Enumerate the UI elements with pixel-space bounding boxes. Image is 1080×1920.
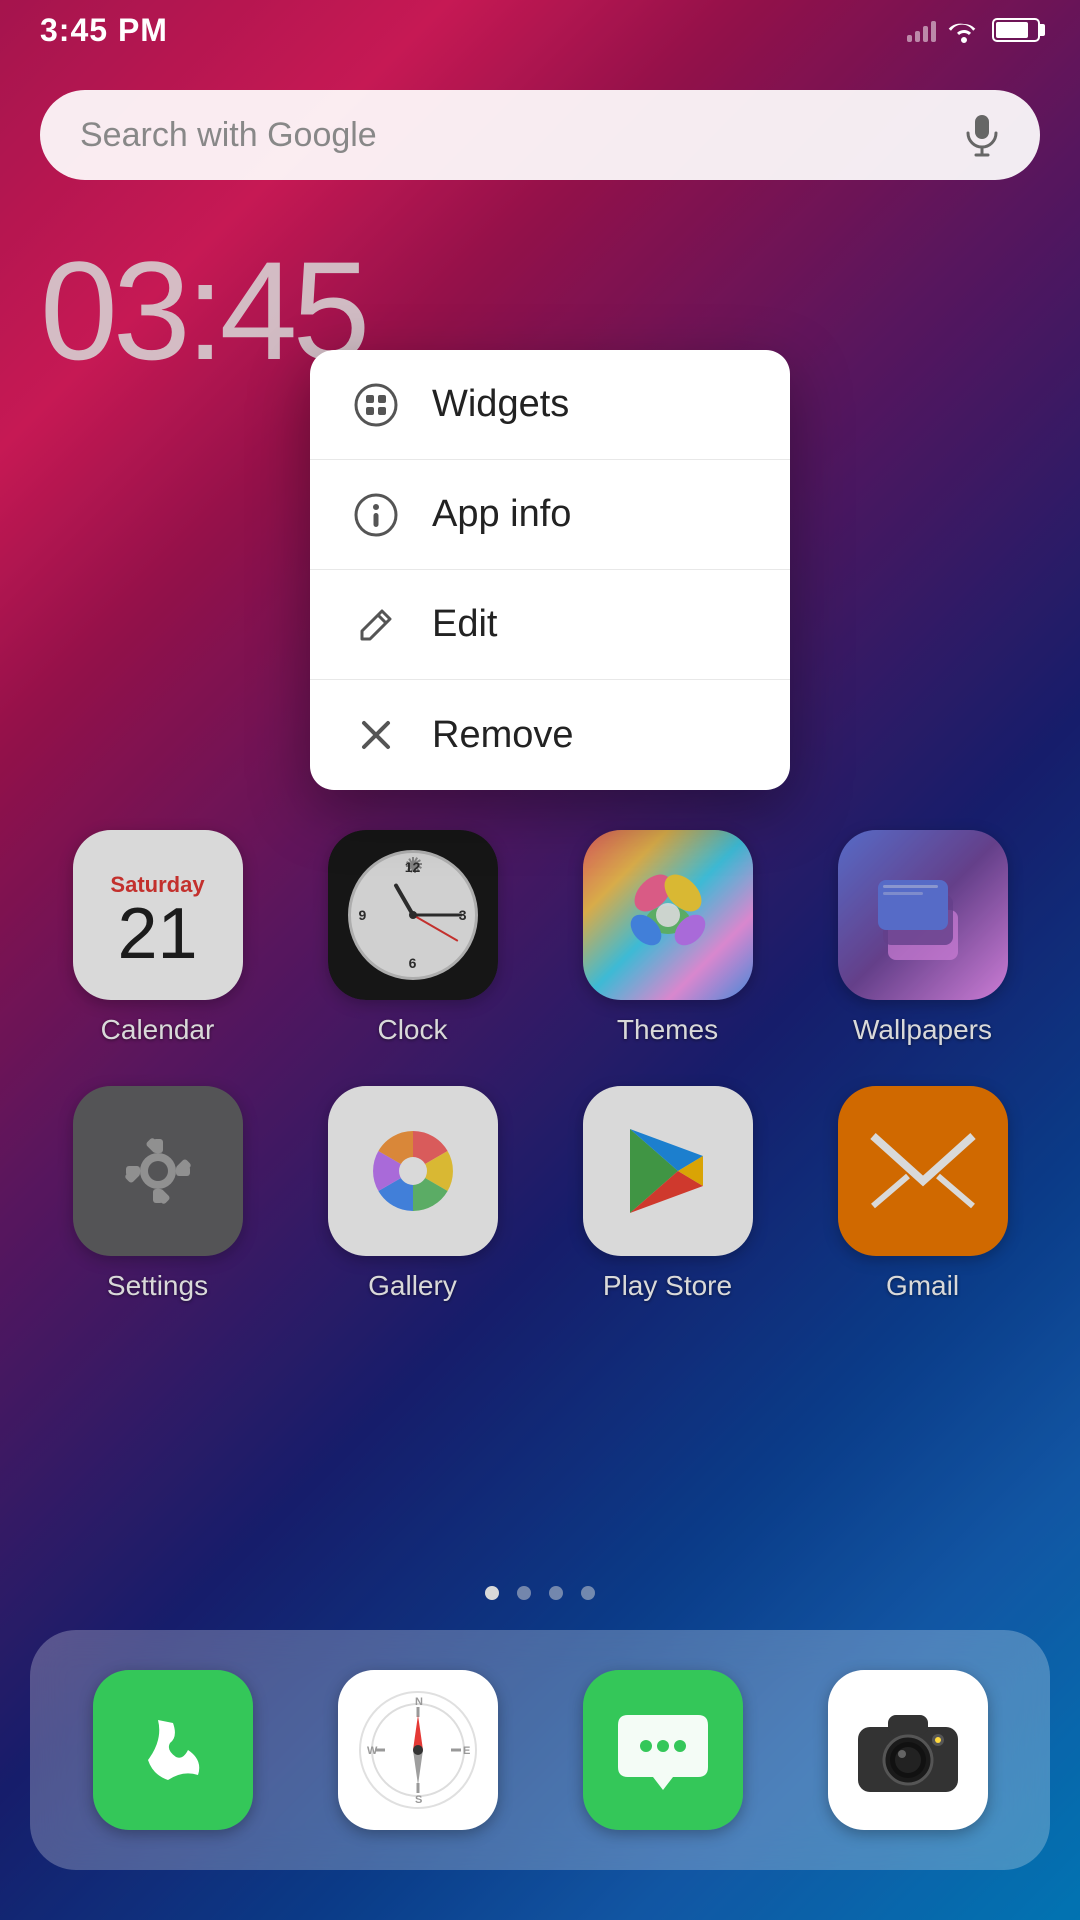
dock-item-camera[interactable]	[828, 1670, 988, 1830]
menu-item-widgets[interactable]: Widgets	[310, 350, 790, 460]
svg-text:S: S	[415, 1794, 422, 1806]
battery-icon	[992, 18, 1040, 42]
svg-text:W: W	[367, 1745, 378, 1757]
dock-item-messages[interactable]	[583, 1670, 743, 1830]
status-bar: 3:45 PM	[0, 0, 1080, 60]
menu-app-info-label: App info	[432, 493, 571, 536]
dock-item-safari[interactable]: N S E W	[338, 1670, 498, 1830]
edit-icon	[350, 599, 402, 651]
widgets-icon	[350, 379, 402, 431]
dock-item-phone[interactable]	[93, 1670, 253, 1830]
search-bar[interactable]: Search with Google	[40, 90, 1040, 180]
dock: N S E W	[30, 1630, 1050, 1870]
mic-icon[interactable]	[964, 113, 1000, 157]
svg-text:E: E	[463, 1745, 470, 1757]
camera-dock-icon	[828, 1670, 988, 1830]
info-icon	[350, 489, 402, 541]
phone-dock-icon	[93, 1670, 253, 1830]
remove-icon	[350, 709, 402, 761]
search-placeholder: Search with Google	[80, 116, 964, 155]
context-menu: Widgets App info Edit R	[310, 350, 790, 790]
menu-edit-label: Edit	[432, 603, 497, 646]
safari-dock-icon: N S E W	[338, 1670, 498, 1830]
messages-dock-icon	[583, 1670, 743, 1830]
menu-widgets-label: Widgets	[432, 383, 569, 426]
signal-icon	[907, 18, 936, 42]
svg-text:N: N	[415, 1696, 423, 1708]
menu-remove-label: Remove	[432, 714, 574, 757]
status-time: 3:45 PM	[40, 12, 168, 49]
menu-item-remove[interactable]: Remove	[310, 680, 790, 790]
status-icons	[907, 17, 1040, 43]
menu-item-edit[interactable]: Edit	[310, 570, 790, 680]
menu-item-app-info[interactable]: App info	[310, 460, 790, 570]
wifi-icon	[948, 17, 980, 43]
